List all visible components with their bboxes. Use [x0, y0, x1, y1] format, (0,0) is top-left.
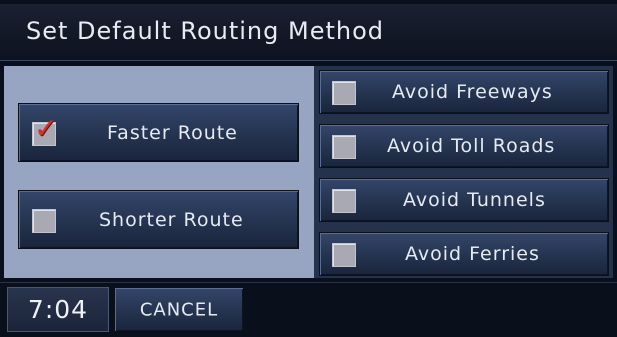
- cancel-label: CANCEL: [139, 299, 219, 320]
- title-bar: Set Default Routing Method: [0, 4, 617, 61]
- page-title: Set Default Routing Method: [26, 17, 385, 45]
- avoid-ferries-checkbox: [332, 243, 356, 267]
- avoid-freeways-button[interactable]: Avoid Freeways: [319, 70, 609, 114]
- cancel-button[interactable]: CANCEL: [114, 287, 244, 332]
- navigation-screen: Set Default Routing Method ✓ Faster Rout…: [0, 0, 617, 337]
- clock-display: 7:04: [7, 287, 109, 332]
- faster-route-checkbox: ✓: [32, 113, 57, 146]
- avoid-freeways-checkbox: [332, 81, 356, 105]
- avoid-ferries-label: Avoid Ferries: [405, 243, 540, 265]
- avoid-tunnels-label: Avoid Tunnels: [403, 189, 546, 211]
- avoid-tunnels-button[interactable]: Avoid Tunnels: [319, 178, 609, 222]
- shorter-route-label: Shorter Route: [99, 208, 244, 231]
- avoid-tunnels-checkbox: [332, 189, 356, 213]
- checkmark-icon: ✓: [34, 112, 59, 145]
- avoid-freeways-label: Avoid Freeways: [392, 81, 553, 103]
- avoid-ferries-button[interactable]: Avoid Ferries: [319, 232, 609, 276]
- faster-route-button[interactable]: ✓ Faster Route: [18, 103, 299, 162]
- avoid-toll-roads-label: Avoid Toll Roads: [387, 135, 556, 157]
- avoid-toll-roads-checkbox: [332, 135, 356, 159]
- faster-route-label: Faster Route: [107, 121, 238, 144]
- shorter-route-checkbox: [32, 209, 56, 233]
- shorter-route-button[interactable]: Shorter Route: [18, 190, 299, 249]
- avoid-toll-roads-button[interactable]: Avoid Toll Roads: [319, 124, 609, 168]
